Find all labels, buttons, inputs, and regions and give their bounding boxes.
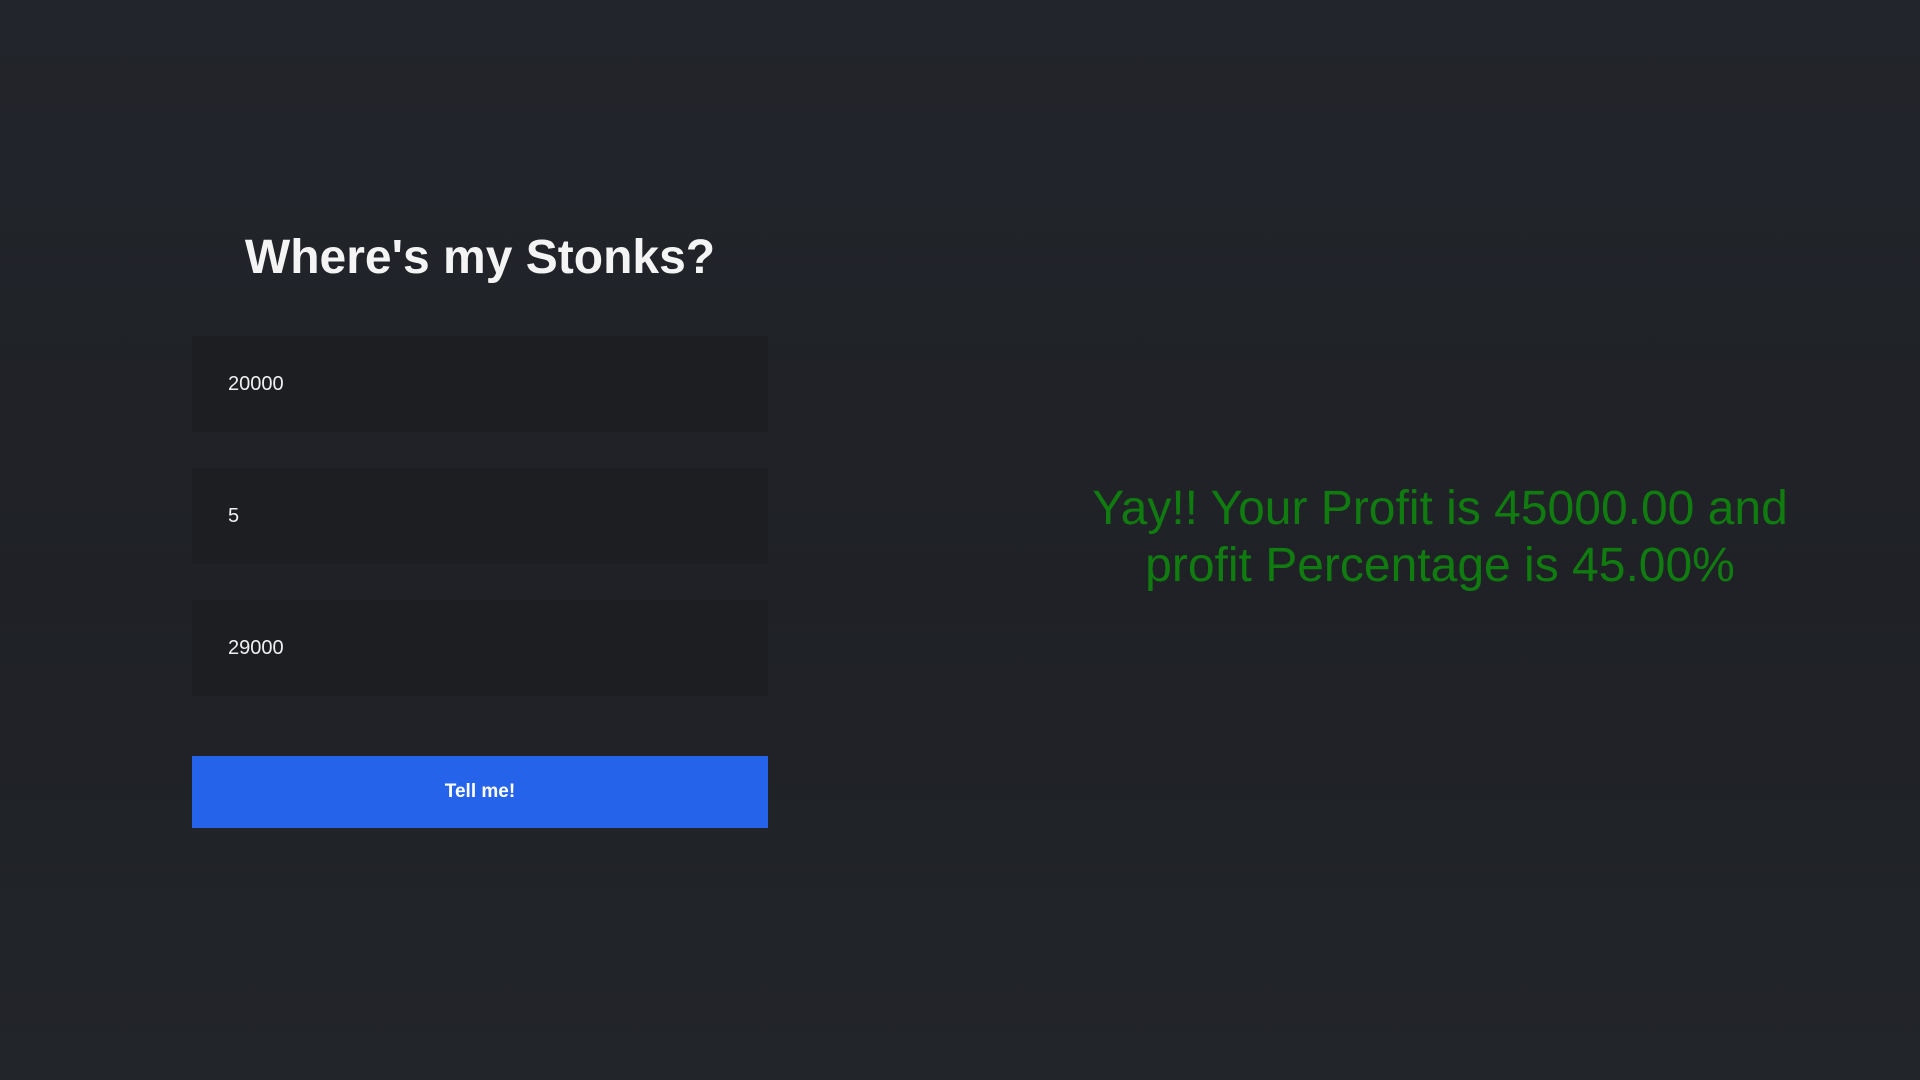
page-title: Where's my Stonks? — [244, 231, 716, 284]
result-panel: Yay!! Your Profit is 45000.00 and profit… — [1060, 480, 1820, 594]
current-price-input[interactable] — [192, 600, 768, 696]
quantity-input[interactable] — [192, 468, 768, 564]
purchase-price-input[interactable] — [192, 336, 768, 432]
result-message: Yay!! Your Profit is 45000.00 and profit… — [1092, 482, 1788, 592]
stock-form: Where's my Stonks? Tell me! — [192, 218, 768, 828]
tell-me-button[interactable]: Tell me! — [192, 756, 768, 828]
